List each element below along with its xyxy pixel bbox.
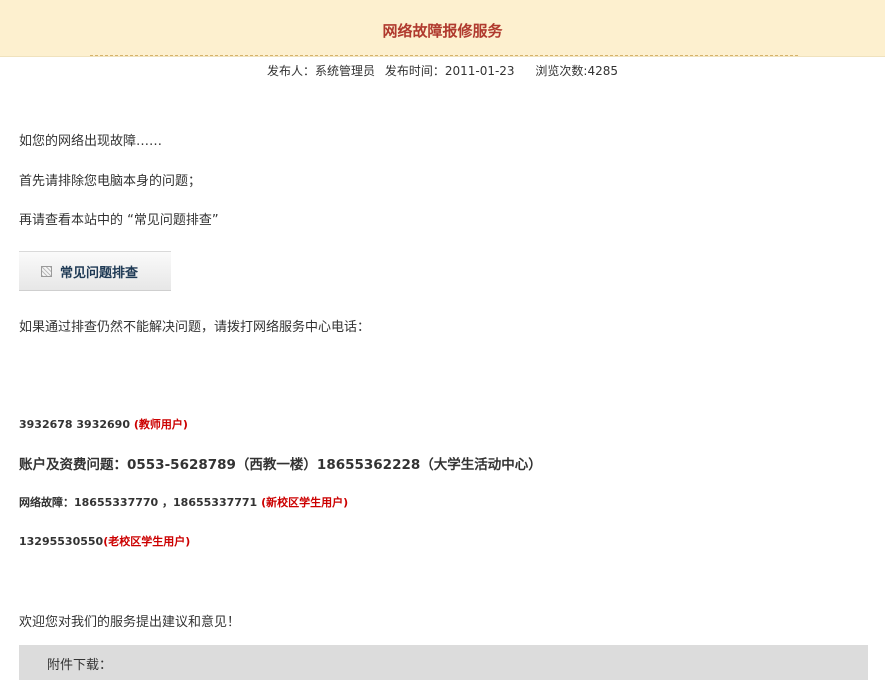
faq-button-label: 常见问题排查	[60, 265, 139, 281]
attachment-label: 附件下载：	[47, 658, 113, 673]
paragraph-closing: 欢迎您对我们的服务提出建议和意见！	[19, 615, 241, 630]
phone-line-teacher: 3932678 3932690 (教师用户)	[19, 416, 188, 432]
teacher-numbers: 3932678 3932690	[19, 418, 130, 431]
page-title: 网络故障报修服务	[382, 22, 503, 40]
publish-time: 发布时间：2011-01-23	[384, 64, 515, 78]
paragraph-see-faq: 再请查看本站中的 “常见问题排查”	[19, 213, 219, 228]
view-count: 浏览次数:4285	[535, 64, 618, 78]
phone-line-old-campus: 13295530550(老校区学生用户)	[19, 533, 190, 549]
teacher-note: (教师用户)	[133, 418, 188, 431]
article-meta: 发布人：系统管理员 发布时间：2011-01-23 浏览次数:4285	[0, 62, 885, 79]
new-campus-numbers: 网络故障：18655337770 ，18655337771	[19, 496, 258, 509]
article-header: 网络故障报修服务	[0, 0, 885, 57]
paragraph-intro: 如您的网络出现故障……	[19, 134, 163, 149]
paragraph-call: 如果通过排查仍然不能解决问题，请拨打网络服务中心电话：	[19, 320, 371, 335]
attachment-bar: 附件下载：	[19, 645, 868, 680]
publisher: 发布人：系统管理员	[266, 64, 375, 78]
phone-line-billing: 账户及资费问题：0553-5628789（西教一楼）18655362228（大学…	[19, 457, 542, 473]
double-arrow-icon	[41, 265, 52, 277]
paragraph-check-pc: 首先请排除您电脑本身的问题；	[19, 174, 202, 189]
old-campus-note: (老校区学生用户)	[103, 535, 191, 548]
faq-button[interactable]: 常见问题排查	[19, 251, 171, 291]
phone-line-new-campus: 网络故障：18655337770 ，18655337771 (新校区学生用户)	[19, 494, 348, 510]
title-divider	[90, 55, 798, 56]
new-campus-note: (新校区学生用户)	[261, 496, 349, 509]
old-campus-numbers: 13295530550	[19, 535, 104, 548]
